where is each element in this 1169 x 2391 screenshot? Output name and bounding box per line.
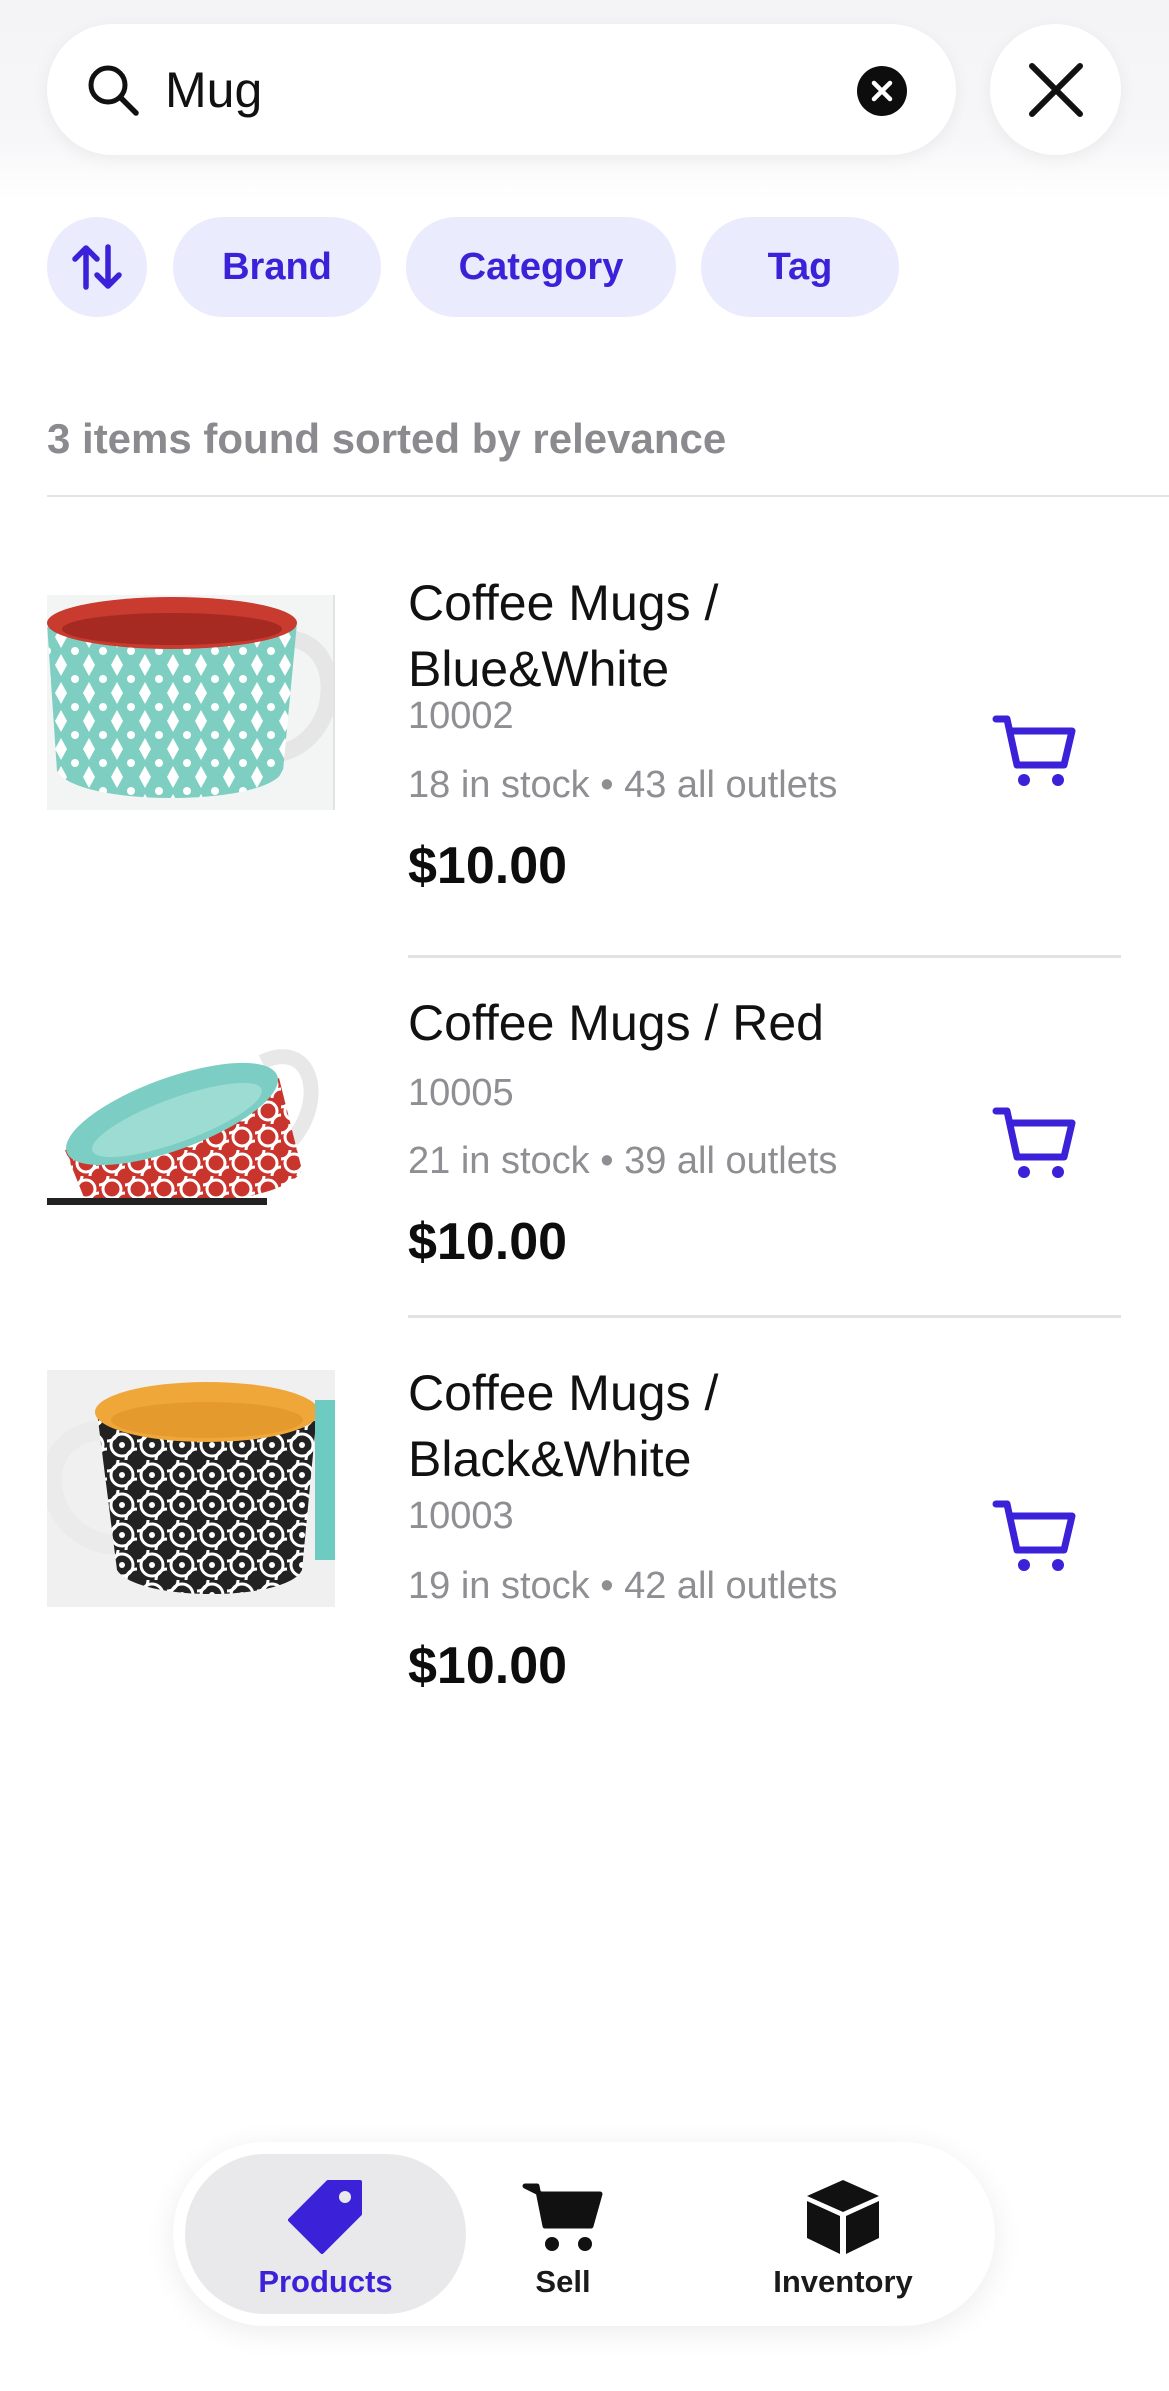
- nav-label: Inventory: [773, 2264, 913, 2299]
- product-row[interactable]: Coffee Mugs / Blue&White 10002 18 in sto…: [0, 560, 1169, 960]
- tag-icon: [287, 2180, 362, 2254]
- add-to-cart-button[interactable]: [990, 705, 1080, 795]
- close-search-button[interactable]: [990, 24, 1121, 155]
- product-row[interactable]: Coffee Mugs / Black&White 10003 19 in st…: [0, 1360, 1169, 1720]
- clear-search-button[interactable]: [857, 66, 907, 116]
- product-price: $10.00: [408, 1637, 568, 1695]
- clear-icon: [871, 80, 893, 102]
- divider: [408, 955, 1121, 958]
- close-icon: [1028, 62, 1083, 117]
- box-icon: [807, 2180, 879, 2254]
- add-to-cart-button[interactable]: [990, 1097, 1080, 1187]
- product-image: [47, 1020, 335, 1205]
- divider: [47, 495, 1169, 497]
- sort-arrows-icon: [72, 244, 122, 290]
- filter-brand-chip[interactable]: Brand: [173, 217, 381, 317]
- product-row[interactable]: Coffee Mugs / Red 10005 21 in stock • 39…: [0, 990, 1169, 1320]
- nav-item-products[interactable]: Products: [185, 2154, 466, 2314]
- nav-item-sell[interactable]: Sell: [493, 2154, 633, 2314]
- product-price: $10.00: [408, 837, 568, 895]
- product-stock: 19 in stock • 42 all outlets: [408, 1565, 838, 1607]
- sort-button[interactable]: [47, 217, 147, 317]
- bottom-nav: Products Sell Inventory: [173, 2142, 995, 2326]
- results-summary: 3 items found sorted by relevance: [47, 415, 727, 462]
- nav-label: Sell: [535, 2264, 591, 2299]
- filter-category-chip[interactable]: Category: [406, 217, 676, 317]
- nav-item-inventory[interactable]: Inventory: [743, 2154, 943, 2314]
- divider: [408, 1315, 1121, 1318]
- search-header: [0, 0, 1169, 200]
- search-icon: [85, 62, 141, 118]
- add-to-cart-button[interactable]: [990, 1490, 1080, 1580]
- product-name: Coffee Mugs / Black&White: [408, 1365, 719, 1487]
- product-stock: 21 in stock • 39 all outlets: [408, 1140, 838, 1182]
- product-image: [47, 595, 335, 810]
- nav-label: Products: [258, 2264, 393, 2299]
- product-sku: 10003: [408, 1495, 514, 1537]
- cart-icon: [522, 2183, 603, 2251]
- product-name: Coffee Mugs / Red: [408, 995, 824, 1051]
- product-image: [47, 1370, 335, 1607]
- product-sku: 10005: [408, 1072, 514, 1114]
- product-price: $10.00: [408, 1213, 568, 1271]
- filter-tag-chip[interactable]: Tag: [701, 217, 899, 317]
- product-name: Coffee Mugs / Blue&White: [408, 575, 719, 697]
- search-input[interactable]: [165, 44, 805, 136]
- product-sku: 10002: [408, 695, 514, 737]
- product-search-screen: Brand Category Tag 3 items found sorted …: [0, 0, 1169, 2391]
- product-stock: 18 in stock • 43 all outlets: [408, 764, 838, 806]
